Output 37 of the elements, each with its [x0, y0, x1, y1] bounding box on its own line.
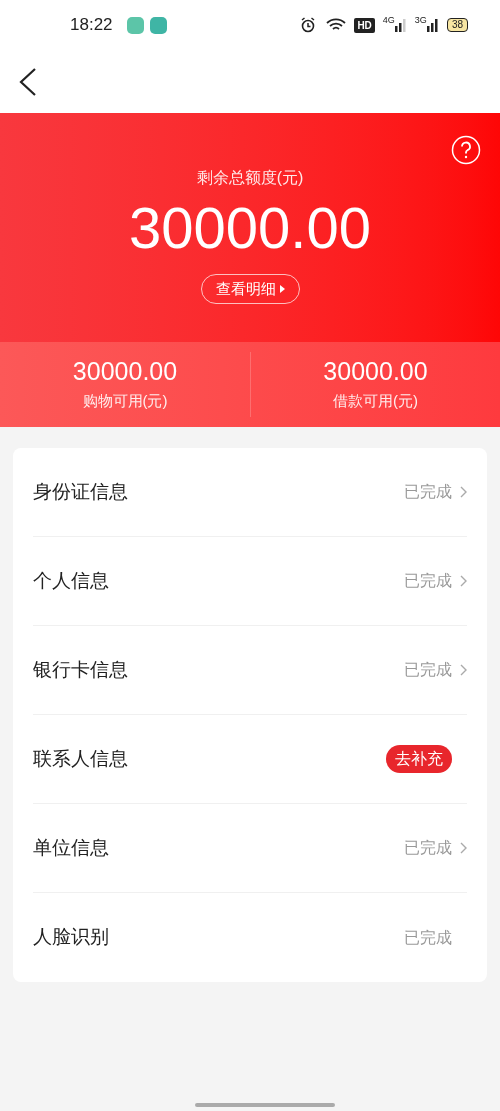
status-text: 已完成 [404, 482, 452, 502]
caret-icon [279, 285, 285, 293]
network-type: 3G [414, 16, 427, 25]
status-text: 已完成 [404, 927, 452, 948]
hd-indicator: HD [354, 17, 375, 33]
supplement-button[interactable]: 去补充 [386, 745, 452, 773]
available-label: 借款可用(元) [333, 391, 418, 412]
info-row[interactable]: 个人信息 已完成 [33, 537, 467, 626]
status-time: 18:22 [70, 14, 113, 37]
info-row[interactable]: 银行卡信息 已完成 [33, 626, 467, 715]
available-label: 购物可用(元) [82, 391, 168, 412]
total-credit-label: 剩余总额度(元) [196, 168, 304, 188]
info-row[interactable]: 联系人信息 去补充 [33, 715, 467, 804]
available-amount: 30000.00 [72, 356, 178, 387]
total-credit-amount: 30000.00 [129, 194, 371, 262]
status-text: 已完成 [404, 660, 452, 680]
app-icon [126, 16, 144, 34]
status-text: 已完成 [404, 571, 452, 591]
battery-indicator: 38 [446, 18, 468, 32]
row-label: 人脸识别 [33, 925, 110, 950]
signal-icon [394, 18, 407, 32]
info-row[interactable]: 人脸识别 已完成 [33, 893, 467, 982]
row-label: 银行卡信息 [33, 657, 129, 682]
alarm-icon [300, 17, 317, 33]
back-icon[interactable] [18, 66, 38, 97]
info-row[interactable]: 单位信息 已完成 [33, 804, 467, 893]
signal-icon [426, 18, 439, 32]
wifi-icon [326, 18, 347, 32]
help-icon[interactable] [451, 135, 481, 165]
info-row[interactable]: 身份证信息 已完成 [33, 448, 467, 537]
row-label: 身份证信息 [33, 479, 129, 504]
row-label: 个人信息 [33, 568, 110, 593]
network-type: 4G [382, 16, 395, 25]
row-label: 单位信息 [33, 835, 110, 860]
status-text: 已完成 [404, 838, 452, 858]
available-amount: 30000.00 [323, 356, 428, 387]
row-label: 联系人信息 [33, 746, 129, 771]
